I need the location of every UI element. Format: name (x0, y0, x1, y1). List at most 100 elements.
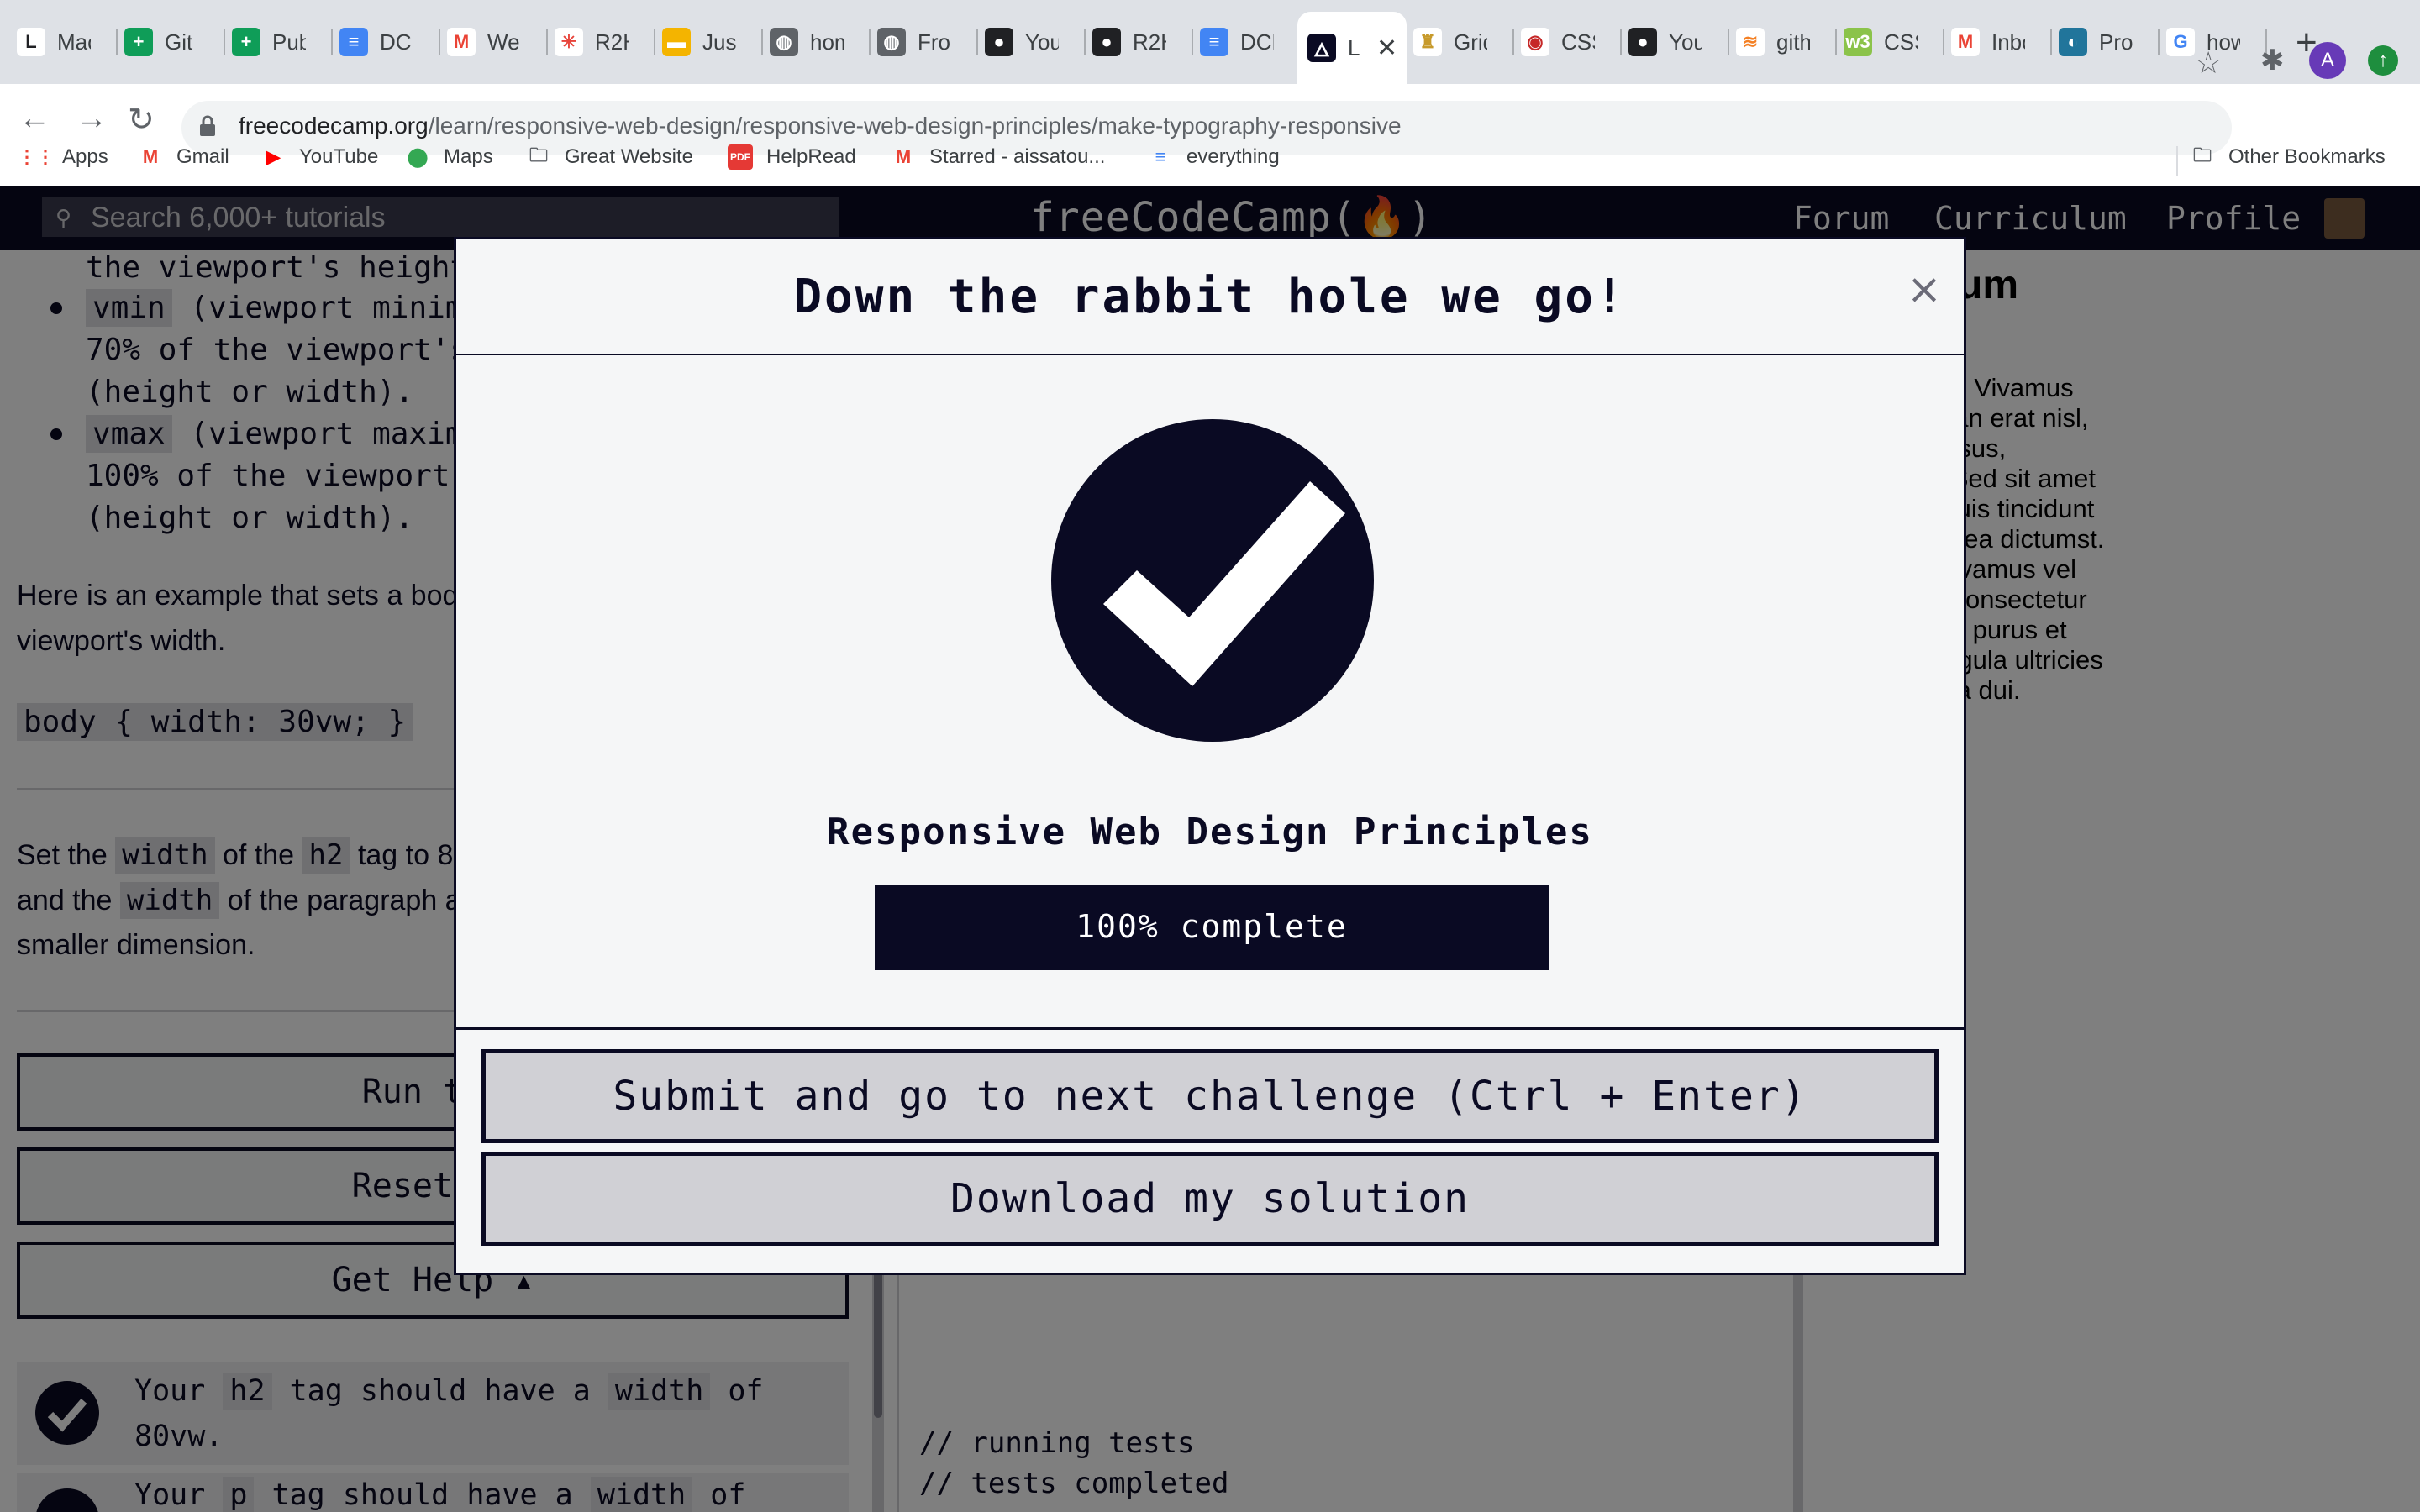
tab-title: Mac (57, 29, 91, 55)
tab-title: Grid (1454, 29, 1487, 55)
back-icon[interactable]: ← (18, 101, 50, 137)
tab-favicon-icon: ◐ (2059, 28, 2087, 56)
lock-icon (200, 115, 215, 136)
bookmark-label: Gmail (176, 145, 229, 168)
bookmark-item[interactable]: ▶ YouTube (260, 144, 379, 170)
browser-tab[interactable]: ◍ hom (760, 18, 871, 66)
bookmark-item[interactable]: ≡ everything (1148, 144, 1280, 170)
bookmark-item[interactable]: PDF HelpRead (728, 144, 856, 170)
other-bookmarks-folder[interactable]: 🗀 Other Bookmarks (2190, 144, 2386, 170)
progress-label: 100% complete (1076, 908, 1348, 945)
tab-title: hom (810, 29, 844, 55)
bookmark-icon: ⬤ (407, 146, 429, 167)
tab-title: DCF (380, 29, 413, 55)
tab-favicon-icon: L (17, 28, 45, 56)
close-icon[interactable]: × (1907, 265, 1942, 313)
browser-tab[interactable]: w3 CSS (1833, 18, 1944, 66)
browser-tab[interactable]: ◍ Fron (867, 18, 978, 66)
bookmark-label: Other Bookmarks (2228, 145, 2386, 168)
tab-favicon-icon: ● (1092, 28, 1121, 56)
tab-favicon-icon: + (232, 28, 260, 56)
challenge-complete-modal: Down the rabbit hole we go! × Responsive… (454, 237, 1966, 1275)
bookmark-item[interactable]: M Gmail (138, 144, 229, 170)
tab-title: CSS (1561, 29, 1595, 55)
modal-title: Down the rabbit hole we go! (793, 270, 1627, 324)
bookmark-label: Great Website (565, 145, 693, 168)
bookmark-icon: 🗀 (529, 144, 548, 165)
bookmark-label: YouTube (299, 145, 379, 168)
tab-favicon-icon: ✳ (555, 28, 583, 56)
tab-title: Your (1025, 29, 1059, 55)
modal-header: Down the rabbit hole we go! × (456, 239, 1964, 355)
browser-tab[interactable]: ● Your (1618, 18, 1729, 66)
bookmark-star-icon[interactable]: ☆ (2195, 45, 2222, 81)
tab-favicon-icon: ◍ (877, 28, 906, 56)
browser-tab[interactable]: ▬ Just (652, 18, 763, 66)
tab-title: DCF (1240, 29, 1274, 55)
browser-tab[interactable]: L Mac (7, 18, 118, 66)
browser-tab[interactable]: M Inbo (1941, 18, 2052, 66)
tab-title: L (1348, 34, 1360, 60)
browser-tab[interactable]: ◐ Proc (2049, 18, 2160, 66)
tab-title: Publ (272, 29, 306, 55)
tab-title: Your (1669, 29, 1702, 55)
browser-tab[interactable]: ≋ githu (1726, 18, 1837, 66)
tab-favicon-icon: ◉ (1521, 28, 1549, 56)
forward-icon[interactable]: → (76, 101, 108, 137)
browser-tab[interactable]: M Welc (437, 18, 548, 66)
browser-tab[interactable]: ● Your (975, 18, 1086, 66)
browser-tab[interactable]: ♜ Grid (1403, 18, 1514, 66)
tab-title: R2H (595, 29, 629, 55)
bookmark-icon: ⋮⋮ (18, 146, 55, 167)
browser-tab-strip: L Mac + Git a + Publ ≡ DCF M Welc ✳ R2H ▬ Just ◍ hom ◍ Fr… (0, 0, 2420, 84)
reload-icon[interactable]: ↻ (128, 101, 155, 139)
tab-favicon-icon: G (2166, 28, 2195, 56)
bookmark-label: Starred - aissatou... (929, 145, 1106, 168)
browser-tab[interactable]: + Git a (114, 18, 225, 66)
success-check-icon (1051, 419, 1374, 742)
tab-title: Inbo (1991, 29, 2025, 55)
submit-next-challenge-button[interactable]: Submit and go to next challenge (Ctrl + … (481, 1049, 1939, 1143)
tab-favicon-icon: ● (1628, 28, 1657, 56)
browser-tab[interactable]: ≡ DCF (329, 18, 440, 66)
tab-title: Fron (918, 29, 951, 55)
profile-avatar[interactable]: A (2309, 42, 2346, 79)
bookmark-item[interactable]: 🗀 Great Website (526, 144, 693, 170)
bookmark-label: Maps (444, 145, 493, 168)
bookmark-icon: ≡ (1155, 146, 1166, 167)
download-solution-button[interactable]: Download my solution (481, 1152, 1939, 1246)
bookmark-icon: PDF (728, 144, 753, 170)
browser-tab[interactable]: ◉ CSS (1511, 18, 1622, 66)
tab-title: R2H (1133, 29, 1166, 55)
browser-tab[interactable]: ≡ DCF (1190, 18, 1301, 66)
tab-favicon-icon: ≡ (1200, 28, 1228, 56)
tab-title: Proc (2099, 29, 2133, 55)
browser-tab[interactable]: ✳ R2H (544, 18, 655, 66)
tab-title: Welc (487, 29, 521, 55)
tab-favicon-icon: ≡ (339, 28, 368, 56)
tab-favicon-icon: ● (985, 28, 1013, 56)
tab-favicon-icon: + (124, 28, 153, 56)
tab-title: Git a (165, 29, 198, 55)
bookmark-item[interactable]: ⋮⋮ Apps (18, 144, 108, 170)
bookmark-label: Apps (62, 145, 108, 168)
bookmark-item[interactable]: M Starred - aissatou... (891, 144, 1106, 170)
tab-favicon-icon: ▬ (662, 28, 691, 56)
close-tab-icon[interactable]: ✕ (1376, 34, 1397, 63)
tab-favicon-icon: ≋ (1736, 28, 1765, 56)
bookmark-icon: M (895, 146, 912, 167)
browser-tab[interactable]: ● R2H (1082, 18, 1193, 66)
update-arrow-icon[interactable]: ↑ (2368, 45, 2398, 76)
bookmark-label: everything (1186, 145, 1280, 168)
progress-bar: 100% complete (875, 885, 1549, 970)
extensions-puzzle-icon[interactable]: ✱ (2260, 44, 2285, 77)
modal-footer-divider (456, 1027, 1964, 1030)
browser-tab[interactable]: 🜂 L ✕ (1297, 12, 1407, 84)
tab-title: Just (702, 29, 736, 55)
block-name: Responsive Web Design Principles (827, 811, 1593, 853)
browser-tab[interactable]: + Publ (222, 18, 333, 66)
bookmarks-bar: ⋮⋮ Apps M Gmail ▶ YouTube ⬤ Maps 🗀 Great Website P… (0, 138, 2420, 186)
tab-favicon-icon: M (1951, 28, 1980, 56)
bookmark-item[interactable]: ⬤ Maps (405, 144, 493, 170)
tab-title: githu (1776, 29, 1810, 55)
